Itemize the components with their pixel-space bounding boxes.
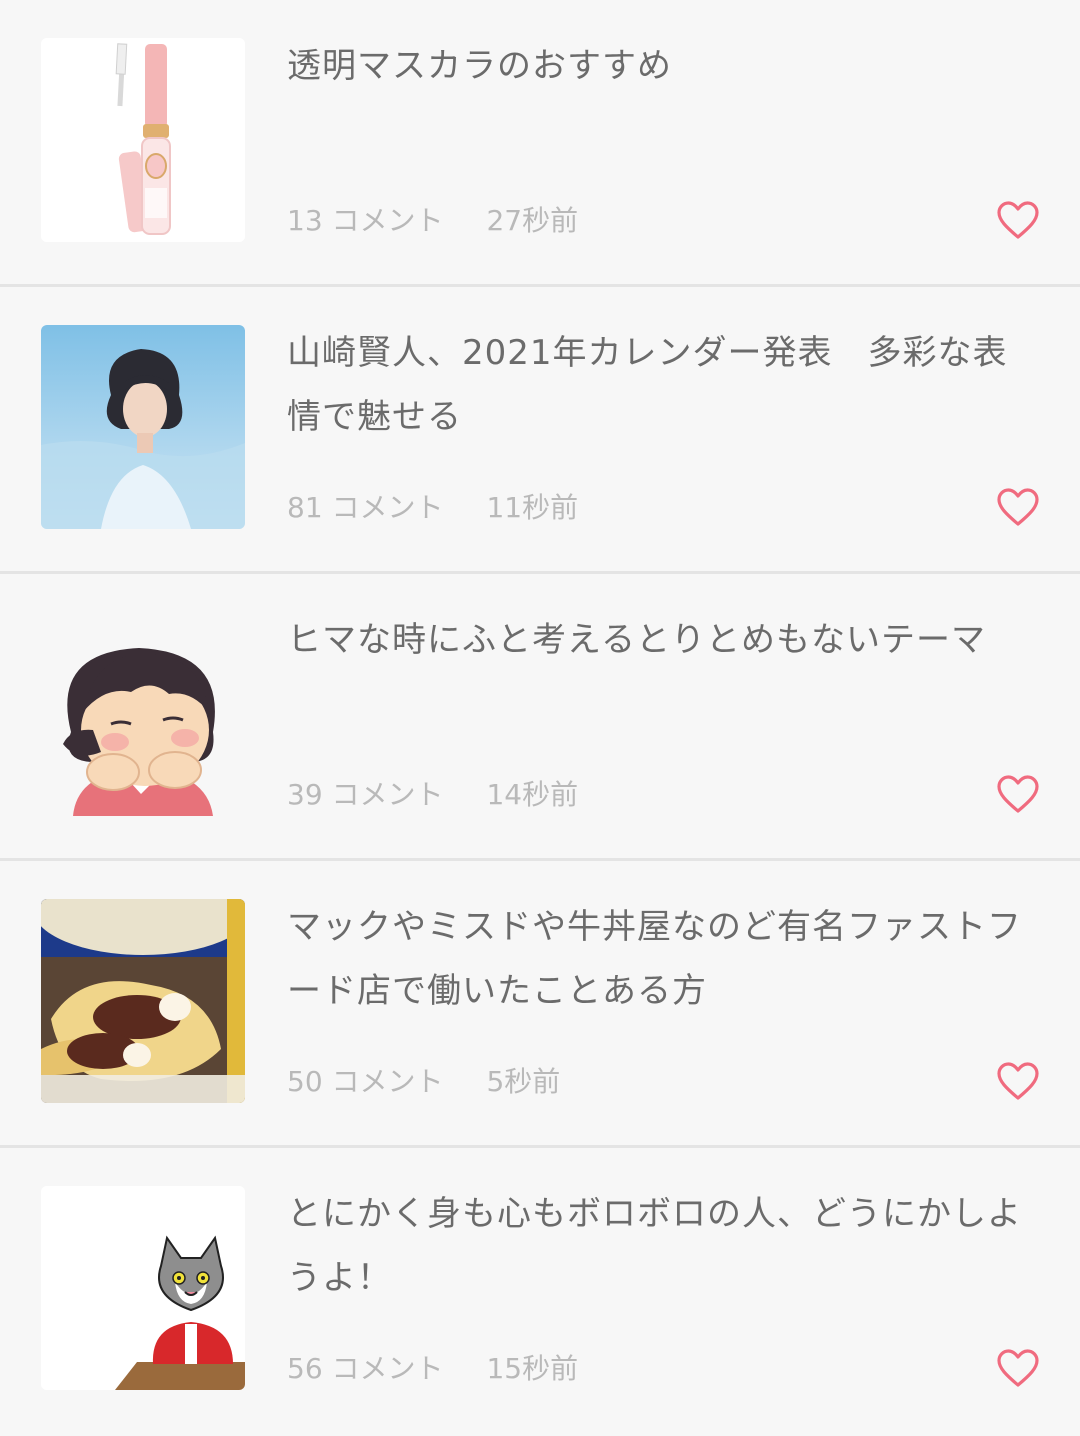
post-time: 14秒前 <box>486 778 579 811</box>
topic-title[interactable]: マックやミスドや牛丼屋なのど有名ファストフード店で働いたことある方 <box>287 895 1027 1023</box>
comment-count: 81 <box>287 491 323 524</box>
topic-meta: 56 コメント 15秒前 <box>287 1347 578 1391</box>
topic-row[interactable]: 透明マスカラのおすすめ 13 コメント 27秒前 <box>0 0 1080 287</box>
topic-list: 透明マスカラのおすすめ 13 コメント 27秒前 山崎賢人、2021年カレンダー… <box>0 0 1080 1436</box>
topic-title[interactable]: ヒマな時にふと考えるとりとめもないテーマ <box>287 608 1027 672</box>
heart-outline-icon[interactable] <box>996 773 1040 817</box>
topic-title[interactable]: 透明マスカラのおすすめ <box>287 34 1027 98</box>
post-time: 11秒前 <box>486 491 579 524</box>
topic-meta: 39 コメント 14秒前 <box>287 773 578 817</box>
topic-meta: 13 コメント 27秒前 <box>287 199 578 243</box>
topic-thumbnail[interactable] <box>41 1186 245 1390</box>
post-time: 27秒前 <box>486 204 579 237</box>
comment-count: 39 <box>287 778 323 811</box>
comment-label: コメント <box>331 1065 444 1098</box>
comment-count: 50 <box>287 1065 323 1098</box>
comment-count: 13 <box>287 204 323 237</box>
post-time: 15秒前 <box>486 1352 579 1385</box>
post-time: 5秒前 <box>486 1065 561 1098</box>
topic-row[interactable]: マックやミスドや牛丼屋なのど有名ファストフード店で働いたことある方 50 コメン… <box>0 861 1080 1148</box>
topic-meta: 81 コメント 11秒前 <box>287 486 578 530</box>
heart-outline-icon[interactable] <box>996 1060 1040 1104</box>
comment-label: コメント <box>331 204 444 237</box>
comment-label: コメント <box>331 491 444 524</box>
comment-label: コメント <box>331 1352 444 1385</box>
comment-count: 56 <box>287 1352 323 1385</box>
topic-title[interactable]: とにかく身も心もボロボロの人、どうにかしようよ！ <box>287 1182 1027 1310</box>
topic-thumbnail[interactable] <box>41 325 245 529</box>
topic-meta: 50 コメント 5秒前 <box>287 1060 560 1104</box>
topic-thumbnail[interactable] <box>41 38 245 242</box>
heart-outline-icon[interactable] <box>996 1347 1040 1391</box>
comment-label: コメント <box>331 778 444 811</box>
topic-thumbnail[interactable] <box>41 899 245 1103</box>
topic-row[interactable]: ヒマな時にふと考えるとりとめもないテーマ 39 コメント 14秒前 <box>0 574 1080 861</box>
topic-row[interactable]: とにかく身も心もボロボロの人、どうにかしようよ！ 56 コメント 15秒前 <box>0 1148 1080 1436</box>
topic-thumbnail[interactable] <box>41 612 245 816</box>
topic-title[interactable]: 山崎賢人、2021年カレンダー発表 多彩な表情で魅せる <box>287 321 1027 449</box>
heart-outline-icon[interactable] <box>996 199 1040 243</box>
topic-row[interactable]: 山崎賢人、2021年カレンダー発表 多彩な表情で魅せる 81 コメント 11秒前 <box>0 287 1080 574</box>
heart-outline-icon[interactable] <box>996 486 1040 530</box>
